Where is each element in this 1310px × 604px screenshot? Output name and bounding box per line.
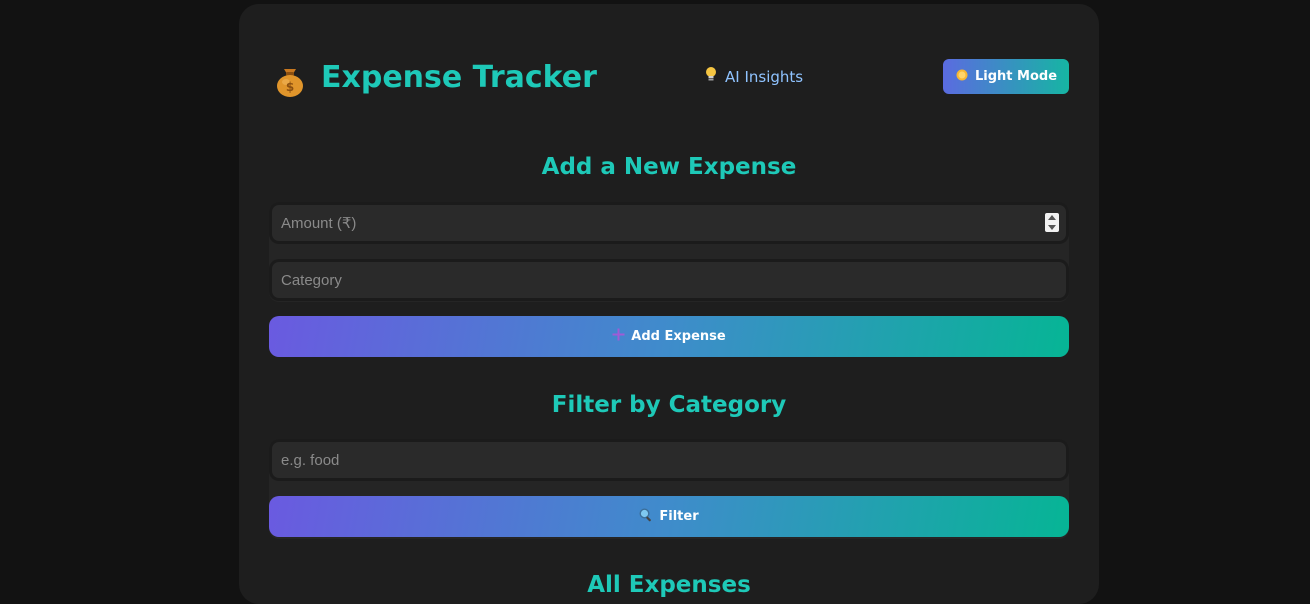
stepper-up-icon[interactable] (1048, 215, 1056, 221)
plus-icon (612, 328, 625, 345)
app-card: $ Expense Tracker AI Insights Light Mode… (239, 4, 1099, 604)
app-title: Expense Tracker (321, 60, 597, 95)
amount-stepper[interactable] (1045, 213, 1059, 232)
app-header: $ Expense Tracker AI Insights Light Mode (239, 4, 1099, 144)
lightbulb-icon (705, 66, 717, 88)
light-mode-label: Light Mode (974, 69, 1058, 84)
light-mode-button[interactable]: Light Mode (943, 59, 1069, 94)
stepper-down-icon[interactable] (1048, 224, 1056, 230)
filter-input[interactable] (272, 442, 1051, 478)
category-input[interactable] (272, 262, 1051, 298)
filter-button[interactable]: Filter (269, 496, 1069, 537)
category-field[interactable] (269, 259, 1069, 301)
ai-insights-label: AI Insights (725, 68, 804, 86)
add-expense-label: Add Expense (631, 329, 726, 344)
all-expenses-heading: All Expenses (587, 572, 751, 598)
filter-label: Filter (659, 509, 699, 524)
filter-field[interactable] (269, 439, 1069, 481)
magnifier-icon (639, 507, 653, 526)
amount-field[interactable] (269, 202, 1069, 244)
money-bag-icon: $ (273, 60, 307, 98)
ai-insights-link[interactable]: AI Insights (705, 66, 803, 88)
add-expense-heading: Add a New Expense (541, 154, 797, 180)
svg-text:$: $ (286, 80, 294, 94)
sun-icon (955, 68, 969, 86)
filter-heading: Filter by Category (551, 392, 787, 418)
amount-input[interactable] (272, 205, 1051, 241)
add-expense-button[interactable]: Add Expense (269, 316, 1069, 357)
